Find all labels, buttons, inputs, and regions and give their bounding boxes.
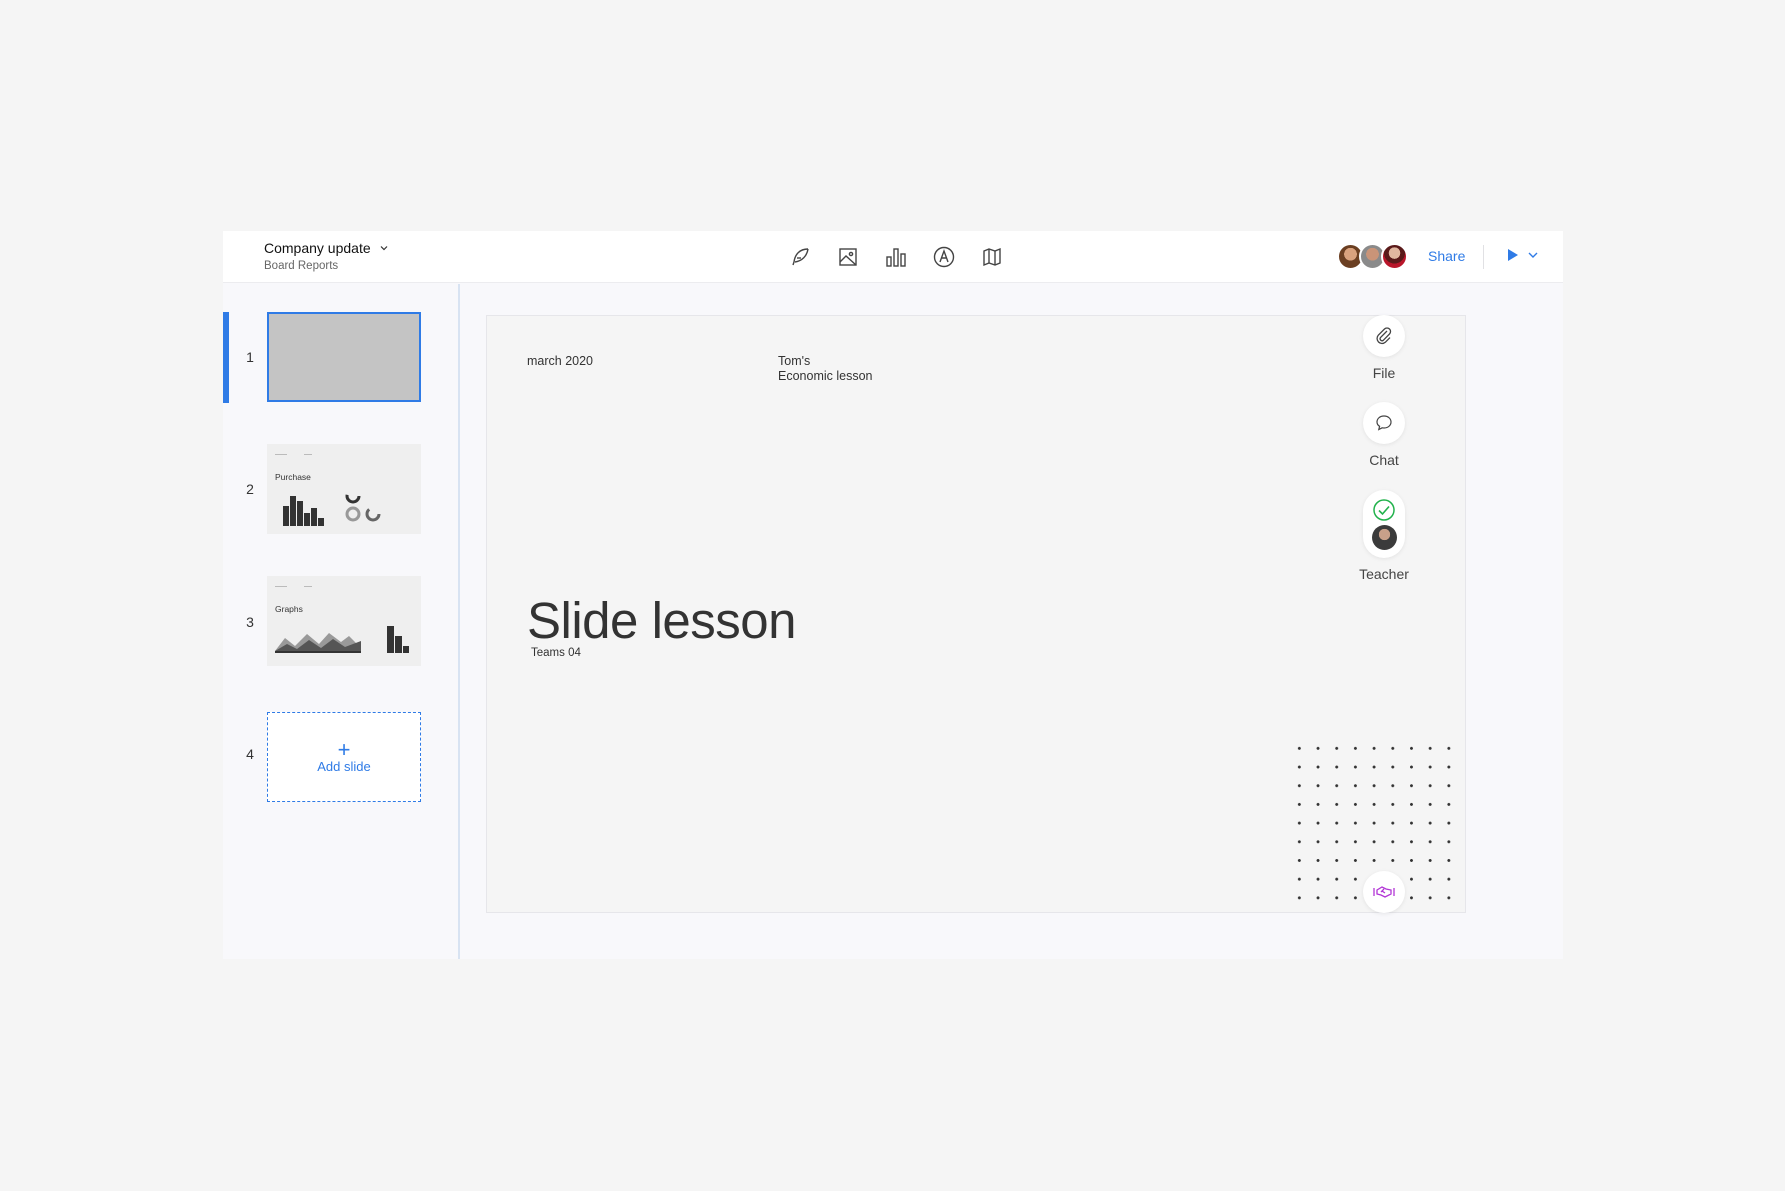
- add-slide-label: Add slide: [317, 758, 371, 774]
- teacher-button[interactable]: [1363, 490, 1405, 558]
- map-icon[interactable]: [978, 243, 1006, 271]
- file-button[interactable]: [1363, 315, 1405, 357]
- insert-toolbar: [786, 243, 1006, 271]
- play-icon: [1508, 249, 1518, 261]
- check-circle-icon: [1373, 499, 1395, 521]
- slide-author[interactable]: Tom's Economic lesson: [778, 354, 873, 384]
- chat-bubble-icon: [1376, 415, 1392, 431]
- thumbnail-chart: [283, 488, 381, 526]
- presentation-app: Company update Board Reports Share 1 2 P…: [223, 231, 1563, 959]
- slide-number: 3: [246, 614, 254, 630]
- teacher-avatar: [1371, 525, 1397, 551]
- slide-title[interactable]: Slide lesson: [527, 591, 797, 650]
- plus-icon: +: [337, 736, 351, 762]
- slide-number: 2: [246, 481, 254, 497]
- integration-panel: [1354, 871, 1414, 913]
- author-topic: Economic lesson: [778, 369, 873, 383]
- share-button[interactable]: Share: [1428, 248, 1465, 264]
- slide-thumbnail-2[interactable]: Purchase: [267, 444, 421, 534]
- slide-thumbnail-1[interactable]: [267, 312, 421, 402]
- brand-button[interactable]: [1363, 871, 1405, 913]
- chevron-down-icon[interactable]: [1528, 251, 1538, 259]
- chat-panel: Chat: [1354, 402, 1414, 468]
- file-label: File: [1372, 365, 1396, 381]
- slide-canvas[interactable]: march 2020 Tom's Economic lesson Slide l…: [486, 315, 1466, 913]
- top-bar: Company update Board Reports Share: [223, 231, 1563, 283]
- document-subtitle: Board Reports: [264, 260, 339, 272]
- feather-icon[interactable]: [786, 243, 814, 271]
- slide-number: 4: [246, 746, 254, 762]
- typography-icon[interactable]: [930, 243, 958, 271]
- collaborator-avatars[interactable]: [1337, 243, 1408, 270]
- teacher-label: Teacher: [1359, 566, 1409, 582]
- slide-number: 1: [246, 349, 254, 365]
- header-divider: [1483, 245, 1484, 269]
- document-title: Company update: [264, 240, 371, 256]
- present-button[interactable]: [1507, 248, 1538, 262]
- paperclip-icon: [1376, 327, 1392, 345]
- handshake-icon: [1373, 886, 1395, 898]
- author-name: Tom's: [778, 354, 811, 368]
- chevron-down-icon: [380, 246, 388, 251]
- slide-date[interactable]: march 2020: [527, 354, 593, 368]
- add-slide-button[interactable]: + Add slide: [267, 712, 421, 802]
- teacher-panel: Teacher: [1354, 490, 1414, 582]
- thumbnail-chart: [275, 626, 409, 653]
- active-slide-indicator: [223, 312, 229, 403]
- file-panel: File: [1354, 315, 1414, 381]
- slides-panel: 1 2 Purchase 3 Graphs 4 + Add slide: [223, 284, 460, 959]
- chat-label: Chat: [1369, 452, 1399, 468]
- image-icon[interactable]: [834, 243, 862, 271]
- chat-button[interactable]: [1363, 402, 1405, 444]
- slide-thumbnail-3[interactable]: Graphs: [267, 576, 421, 666]
- bar-chart-icon[interactable]: [882, 243, 910, 271]
- avatar: [1381, 243, 1408, 270]
- document-title-dropdown[interactable]: Company update: [264, 240, 389, 256]
- slide-subtitle[interactable]: Teams 04: [531, 647, 581, 659]
